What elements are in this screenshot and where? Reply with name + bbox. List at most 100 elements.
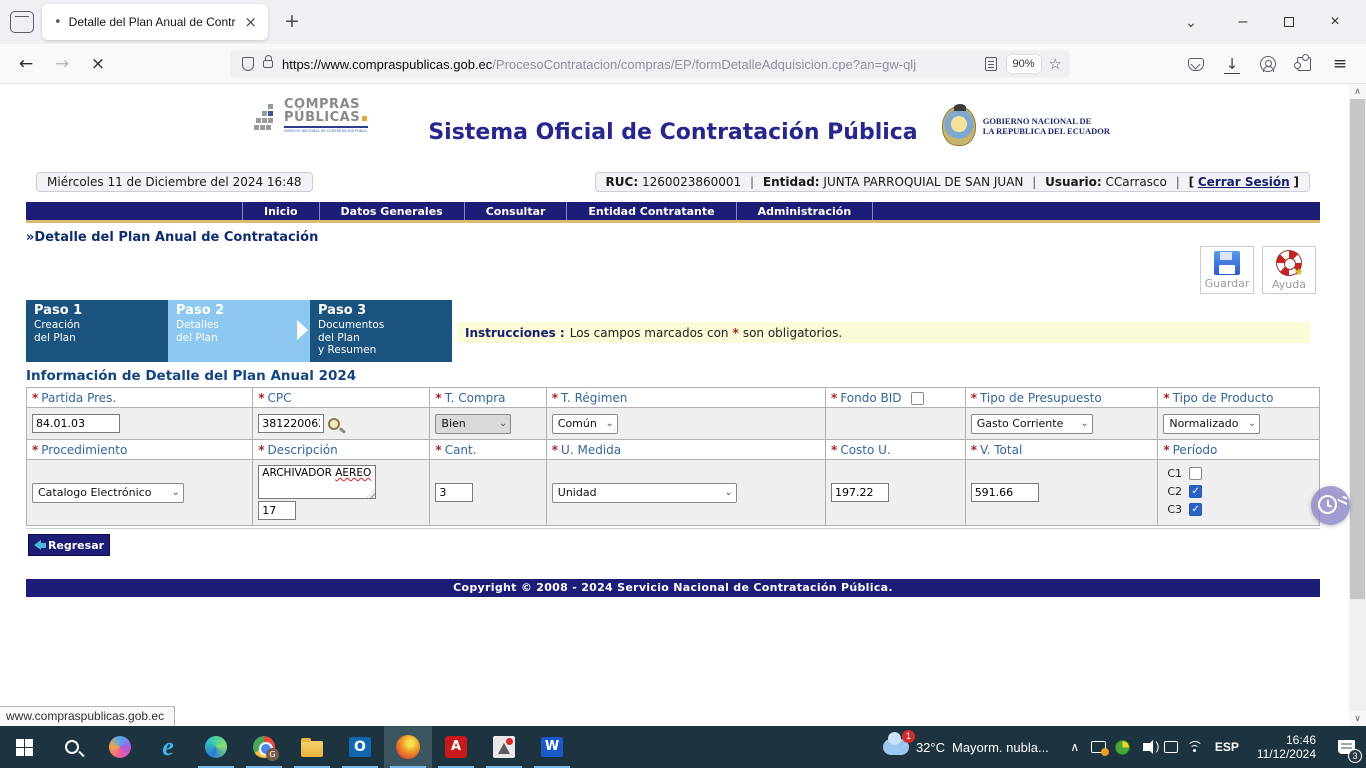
web-page: COMPRAS PÚBLICAS SERVICIO NACIONAL DE CO… xyxy=(0,84,1349,726)
taskbar-outlook[interactable]: O xyxy=(336,726,384,768)
back-to-list-button[interactable]: Regresar xyxy=(28,534,110,556)
procedimiento-select[interactable]: Catalogo Electrónico⌄ xyxy=(32,483,184,503)
stop-button[interactable]: × xyxy=(84,52,112,76)
step-2-active[interactable]: Paso 2 Detalles del Plan xyxy=(168,300,310,362)
u-medida-select[interactable]: Unidad⌄ xyxy=(552,483,737,503)
menu-item-inicio[interactable]: Inicio xyxy=(242,202,320,220)
scrollbar-thumb[interactable] xyxy=(1350,99,1365,599)
descripcion-textarea[interactable]: ARCHIVADOR AEREO xyxy=(258,465,376,499)
lock-icon[interactable] xyxy=(263,60,273,68)
menu-item-consultar[interactable]: Consultar xyxy=(465,202,568,220)
wifi-icon[interactable] xyxy=(1183,726,1207,768)
step-1[interactable]: Paso 1 Creación del Plan xyxy=(26,300,168,362)
periodo-c1-label: C1 xyxy=(1167,467,1182,480)
tray-chevron-icon[interactable]: ∧ xyxy=(1063,726,1087,768)
url-bar[interactable]: https://www.compraspublicas.gob.ec/Proce… xyxy=(230,50,1070,78)
new-tab-button[interactable]: + xyxy=(280,10,304,32)
notification-center-button[interactable]: 3 xyxy=(1326,726,1366,768)
outlook-icon: O xyxy=(349,737,371,757)
menu-button[interactable]: ≡ xyxy=(1328,53,1352,75)
taskbar-firefox-active[interactable] xyxy=(384,726,432,768)
zoom-level-badge[interactable]: 90% xyxy=(1007,55,1041,73)
v-total-input[interactable] xyxy=(971,483,1039,502)
browser-tab[interactable]: • Detalle del Plan Anual de Contr × xyxy=(42,4,268,40)
taskbar-acrobat[interactable]: A xyxy=(432,726,480,768)
pocket-button[interactable] xyxy=(1184,53,1208,75)
step-3[interactable]: Paso 3 Documentos del Plan y Resumen xyxy=(310,300,452,362)
tipo-producto-select[interactable]: Normalizado⌄ xyxy=(1163,414,1260,434)
periodo-c2-checkbox[interactable]: ✓ xyxy=(1189,485,1202,498)
gov-line1: GOBIERNO NACIONAL DE xyxy=(983,116,1092,126)
menu-item-datos-generales[interactable]: Datos Generales xyxy=(320,202,465,220)
volume-icon[interactable] xyxy=(1135,726,1159,768)
taskbar-internet-explorer[interactable]: e xyxy=(144,726,192,768)
antivirus-icon[interactable] xyxy=(1111,726,1135,768)
usuario-value: CCarrasco xyxy=(1106,175,1167,189)
reader-mode-icon[interactable] xyxy=(985,57,997,71)
header-u-medida: U. Medida xyxy=(561,443,621,457)
close-window-button[interactable]: × xyxy=(1312,0,1358,44)
extensions-button[interactable] xyxy=(1292,53,1316,75)
menu-item-entidad-contratante[interactable]: Entidad Contratante xyxy=(567,202,736,220)
taskbar-file-explorer[interactable] xyxy=(288,726,336,768)
tab-close-icon[interactable]: × xyxy=(241,13,260,31)
taskbar-clock[interactable]: 16:46 11/12/2024 xyxy=(1247,733,1326,761)
cant-input[interactable] xyxy=(435,483,473,502)
periodo-c3-checkbox[interactable]: ✓ xyxy=(1189,503,1202,516)
taskbar-java-app[interactable] xyxy=(480,726,528,768)
downloads-button[interactable]: ↓ xyxy=(1220,53,1244,75)
firefox-view-icon[interactable] xyxy=(10,11,34,33)
taskbar-word[interactable]: W xyxy=(528,726,576,768)
forward-button[interactable]: → xyxy=(48,52,76,76)
scroll-down-icon[interactable]: ∨ xyxy=(1349,711,1366,726)
minimize-button[interactable]: – xyxy=(1220,0,1266,44)
floating-timer-widget[interactable] xyxy=(1311,486,1350,525)
start-button[interactable] xyxy=(0,726,48,768)
required-asterisk: * xyxy=(32,391,38,405)
help-button[interactable]: Ayuda xyxy=(1262,246,1316,294)
costo-input[interactable] xyxy=(831,483,889,502)
menu-item-administracion[interactable]: Administración xyxy=(737,202,874,220)
restore-button[interactable] xyxy=(1266,0,1312,44)
ecuador-emblem-icon xyxy=(942,106,976,146)
search-magnifier-icon[interactable] xyxy=(328,418,340,430)
chevron-down-icon: ⌄ xyxy=(724,487,732,498)
descripcion-extra-input[interactable] xyxy=(258,501,296,520)
tipo-presupuesto-select[interactable]: Gasto Corriente⌄ xyxy=(971,414,1093,434)
search-icon xyxy=(65,740,79,754)
scroll-up-icon[interactable]: ∧ xyxy=(1349,84,1366,99)
step-1-title: Paso 1 xyxy=(34,303,160,318)
partida-input[interactable] xyxy=(32,414,120,433)
account-icon xyxy=(1260,56,1276,72)
fondo-bid-checkbox[interactable] xyxy=(911,392,924,405)
taskbar-chrome[interactable]: G xyxy=(240,726,288,768)
required-asterisk: * xyxy=(258,443,264,457)
tab-bar: • Detalle del Plan Anual de Contr × + ⌄ … xyxy=(0,0,1366,44)
firefox-icon xyxy=(396,735,420,759)
taskbar-search-button[interactable] xyxy=(48,726,96,768)
language-indicator[interactable]: ESP xyxy=(1207,740,1247,754)
weather-widget[interactable]: 1 32°C Mayorm. nubla... xyxy=(883,739,1049,755)
save-label: Guardar xyxy=(1201,277,1253,290)
t-regimen-select[interactable]: Común⌄ xyxy=(552,414,618,434)
account-button[interactable] xyxy=(1256,53,1280,75)
cpc-input[interactable] xyxy=(258,414,324,433)
tracking-shield-icon[interactable] xyxy=(242,57,254,71)
list-all-tabs-icon[interactable]: ⌄ xyxy=(1168,0,1214,44)
save-button[interactable]: Guardar xyxy=(1200,246,1254,294)
display-icon[interactable] xyxy=(1159,726,1183,768)
header-cant: Cant. xyxy=(445,443,477,457)
usuario-label: Usuario: xyxy=(1045,175,1102,189)
folder-icon xyxy=(301,741,323,757)
back-button[interactable]: ← xyxy=(12,52,40,76)
t-compra-select[interactable]: Bien⌄ xyxy=(435,414,511,434)
copilot-icon xyxy=(109,736,131,758)
logout-link[interactable]: Cerrar Sesión xyxy=(1198,175,1290,189)
cloud-icon: 1 xyxy=(883,739,909,755)
page-scrollbar[interactable]: ∧ ∨ xyxy=(1349,84,1366,726)
cast-icon[interactable] xyxy=(1087,726,1111,768)
taskbar-copilot[interactable] xyxy=(96,726,144,768)
taskbar-edge[interactable] xyxy=(192,726,240,768)
periodo-c1-checkbox[interactable] xyxy=(1189,467,1202,480)
bookmark-star-icon[interactable]: ☆ xyxy=(1049,55,1062,73)
